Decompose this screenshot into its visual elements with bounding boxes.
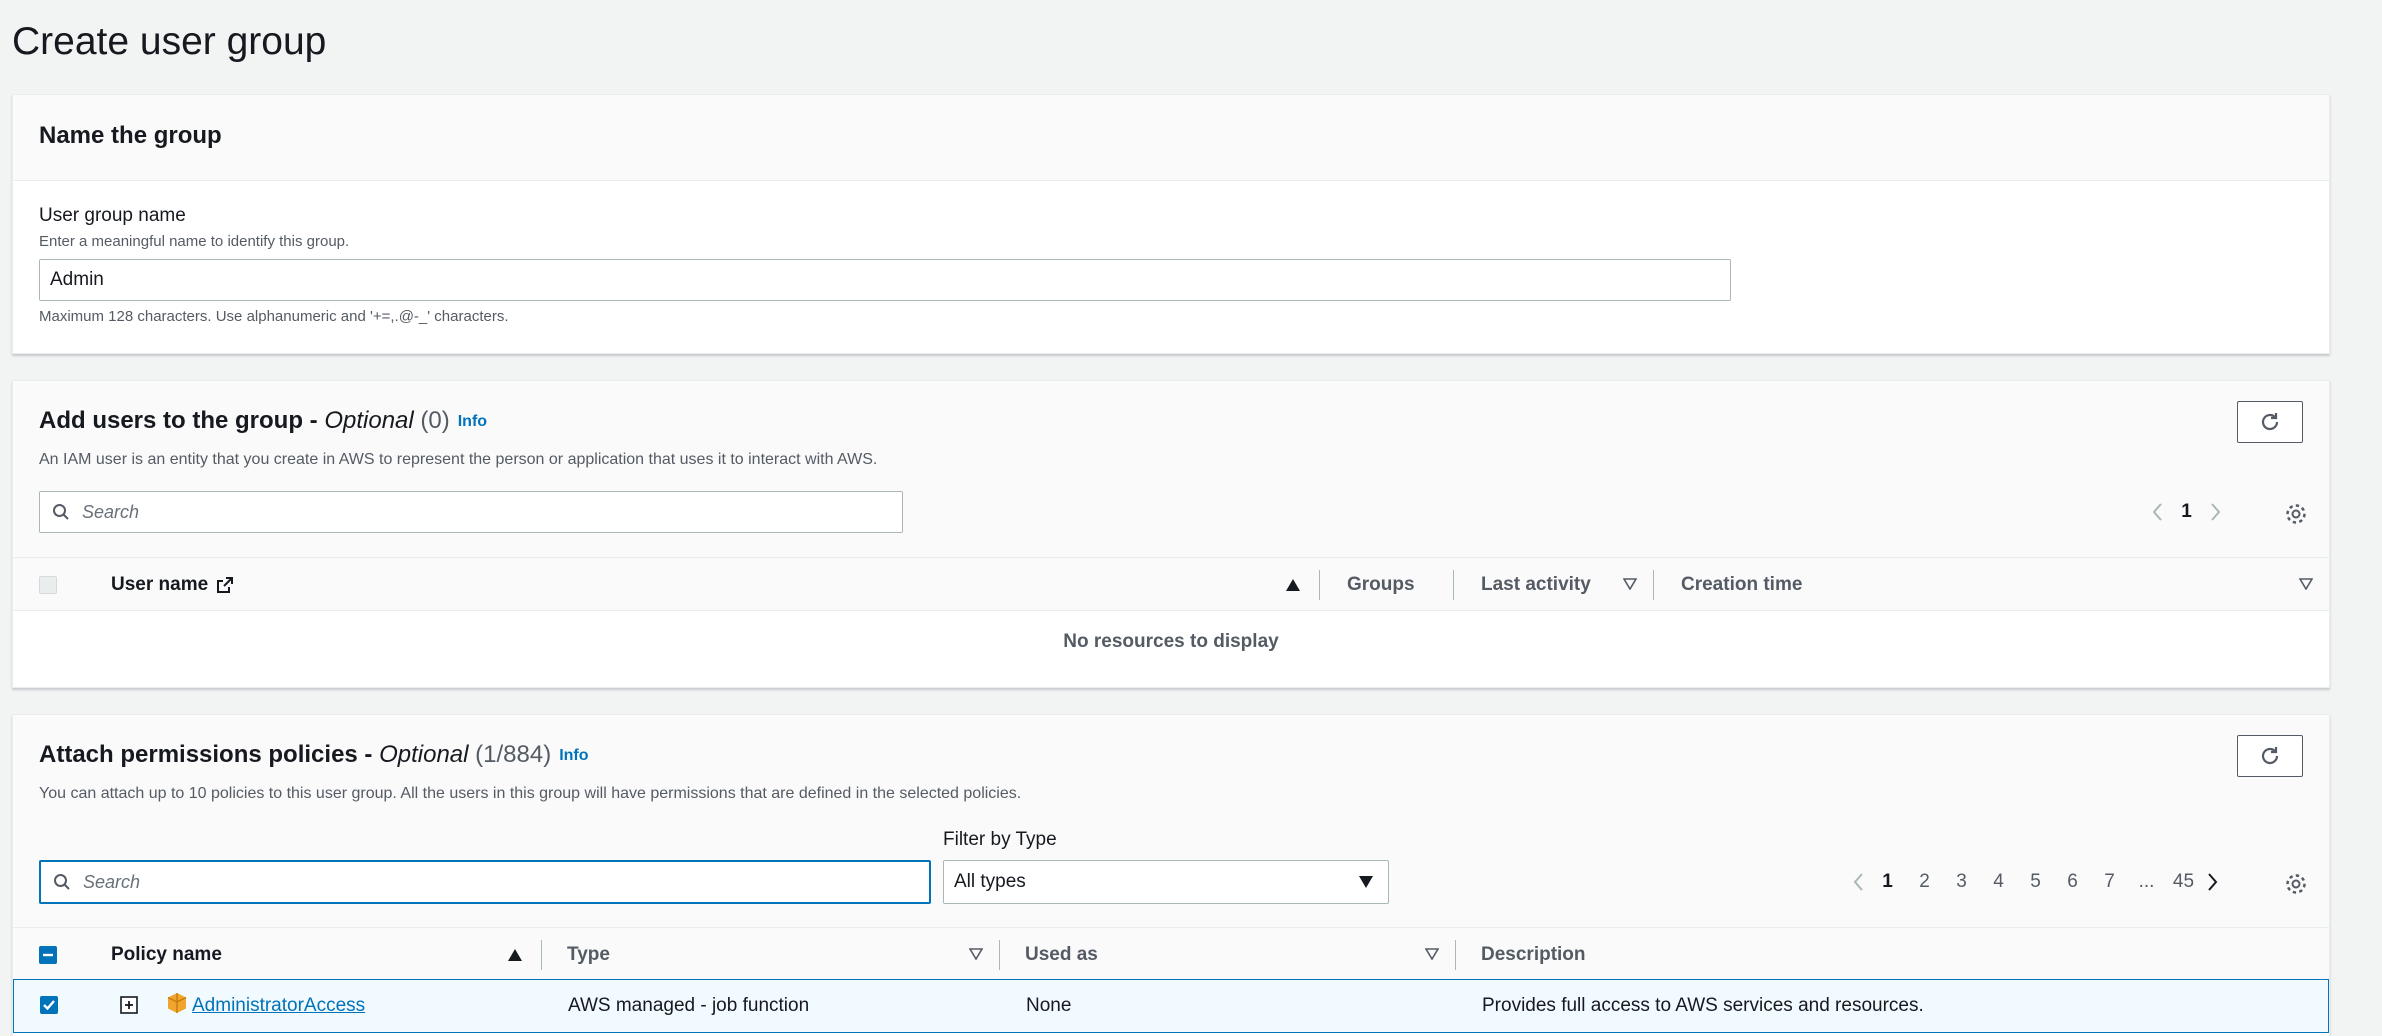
empty-state-text: No resources to display [1063, 631, 1279, 652]
panel-header: Add users to the group - Optional (0) Inf… [13, 381, 2329, 558]
panel-description: An IAM user is an entity that you create… [39, 451, 878, 468]
sort-ascending-icon[interactable] [1285, 578, 1301, 592]
settings-gear-icon[interactable] [2284, 502, 2308, 526]
info-link[interactable]: Info [458, 413, 487, 430]
prev-page-icon[interactable] [2148, 501, 2168, 523]
column-user-name[interactable]: User name [111, 558, 234, 612]
users-table-header: User name Groups Last activity Creation … [13, 557, 2329, 611]
indeterminate-icon [43, 953, 53, 957]
settings-gear-icon[interactable] [2284, 872, 2308, 896]
name-group-panel: Name the group User group name Enter a m… [12, 94, 2330, 354]
column-divider [999, 940, 1000, 970]
policy-name-link[interactable]: AdministratorAccess [192, 995, 365, 1017]
optional-label: Optional [379, 741, 469, 768]
sort-icon[interactable] [1623, 578, 1637, 590]
prev-page-icon[interactable] [1849, 871, 1869, 893]
panel-title: Attach permissions policies - Optional (… [39, 741, 589, 769]
page-number[interactable]: 5 [2017, 871, 2054, 893]
group-name-hint: Enter a meaningful name to identify this… [39, 233, 350, 250]
users-pagination: 1 [2148, 501, 2225, 523]
column-divider [541, 940, 542, 970]
panel-title: Name the group [39, 122, 222, 149]
next-page-icon[interactable] [2202, 871, 2222, 893]
refresh-icon [2261, 413, 2279, 431]
policy-count: (1/884) [475, 741, 552, 768]
page-number[interactable]: 45 [2165, 871, 2202, 893]
page-number[interactable]: 7 [2091, 871, 2128, 893]
user-count: (0) [420, 407, 450, 434]
sort-ascending-icon[interactable] [507, 948, 523, 962]
aws-managed-policy-icon [167, 993, 187, 1013]
policy-name-cell[interactable]: AdministratorAccess [192, 980, 365, 1032]
panel-title: Add users to the group - Optional (0) Inf… [39, 407, 487, 435]
column-type[interactable]: Type [567, 928, 610, 982]
column-divider [1653, 570, 1654, 600]
search-placeholder: Search [83, 871, 141, 892]
page-number[interactable]: 3 [1943, 871, 1980, 893]
filter-selected-value: All types [954, 871, 1026, 892]
page-number-current[interactable]: 1 [2168, 501, 2205, 523]
refresh-button[interactable] [2237, 735, 2303, 777]
column-divider [1319, 570, 1320, 600]
filter-type-select[interactable]: All types [943, 860, 1389, 904]
panel-header: Name the group [13, 95, 2329, 181]
page-number[interactable]: 1 [1869, 871, 1906, 893]
checkmark-icon [43, 1000, 55, 1011]
table-row[interactable]: AdministratorAccess AWS managed - job fu… [13, 979, 2329, 1033]
row-checkbox[interactable] [40, 996, 58, 1014]
panel-description: You can attach up to 10 policies to this… [39, 785, 1022, 802]
policy-description-cell: Provides full access to AWS services and… [1482, 995, 1924, 1016]
column-used-as[interactable]: Used as [1025, 928, 1098, 982]
group-name-label: User group name [39, 205, 186, 226]
page-number[interactable]: 4 [1980, 871, 2017, 893]
search-icon [54, 874, 70, 890]
policy-used-as-cell: None [1026, 995, 1072, 1016]
title-text: Attach permissions policies - [39, 741, 380, 768]
select-all-checkbox[interactable] [39, 946, 57, 964]
permissions-policies-panel: Attach permissions policies - Optional (… [12, 714, 2330, 1036]
select-all-checkbox [39, 576, 57, 594]
page-number[interactable]: 2 [1906, 871, 1943, 893]
policies-pagination: 1 2 3 4 5 6 7 ... 45 [1849, 871, 2222, 893]
search-icon [53, 504, 69, 520]
column-last-activity[interactable]: Last activity [1481, 558, 1591, 612]
refresh-button[interactable] [2237, 401, 2303, 443]
page-number[interactable]: 6 [2054, 871, 2091, 893]
external-link-icon [217, 577, 234, 593]
sort-icon[interactable] [2299, 578, 2313, 590]
sort-icon[interactable] [969, 948, 983, 960]
users-search[interactable]: Search [39, 491, 903, 533]
add-users-panel: Add users to the group - Optional (0) Inf… [12, 380, 2330, 688]
group-name-input[interactable]: Admin [39, 259, 1731, 301]
page-title: Create user group [12, 20, 327, 63]
title-text: Add users to the group - [39, 407, 325, 434]
refresh-icon [2261, 747, 2279, 765]
policy-type-cell: AWS managed - job function [568, 995, 810, 1016]
filter-type-label: Filter by Type [943, 829, 1057, 850]
expand-icon[interactable] [120, 996, 138, 1014]
next-page-icon[interactable] [2205, 501, 2225, 523]
page-ellipsis: ... [2138, 871, 2155, 892]
group-name-constraint: Maximum 128 characters. Use alphanumeric… [39, 308, 509, 325]
column-label: User name [111, 574, 209, 595]
info-link[interactable]: Info [559, 747, 588, 764]
column-creation-time[interactable]: Creation time [1681, 558, 1802, 612]
caret-down-icon [1359, 876, 1373, 888]
column-policy-name[interactable]: Policy name [111, 928, 222, 982]
column-divider [1455, 940, 1456, 970]
column-divider [1453, 570, 1454, 600]
column-description[interactable]: Description [1481, 928, 1586, 982]
policies-table-header: Policy name Type Used as Description [13, 927, 2329, 981]
policies-search[interactable]: Search [39, 860, 931, 904]
sort-icon[interactable] [1425, 948, 1439, 960]
search-placeholder: Search [82, 501, 140, 522]
column-groups[interactable]: Groups [1347, 558, 1415, 612]
optional-label: Optional [324, 407, 414, 434]
